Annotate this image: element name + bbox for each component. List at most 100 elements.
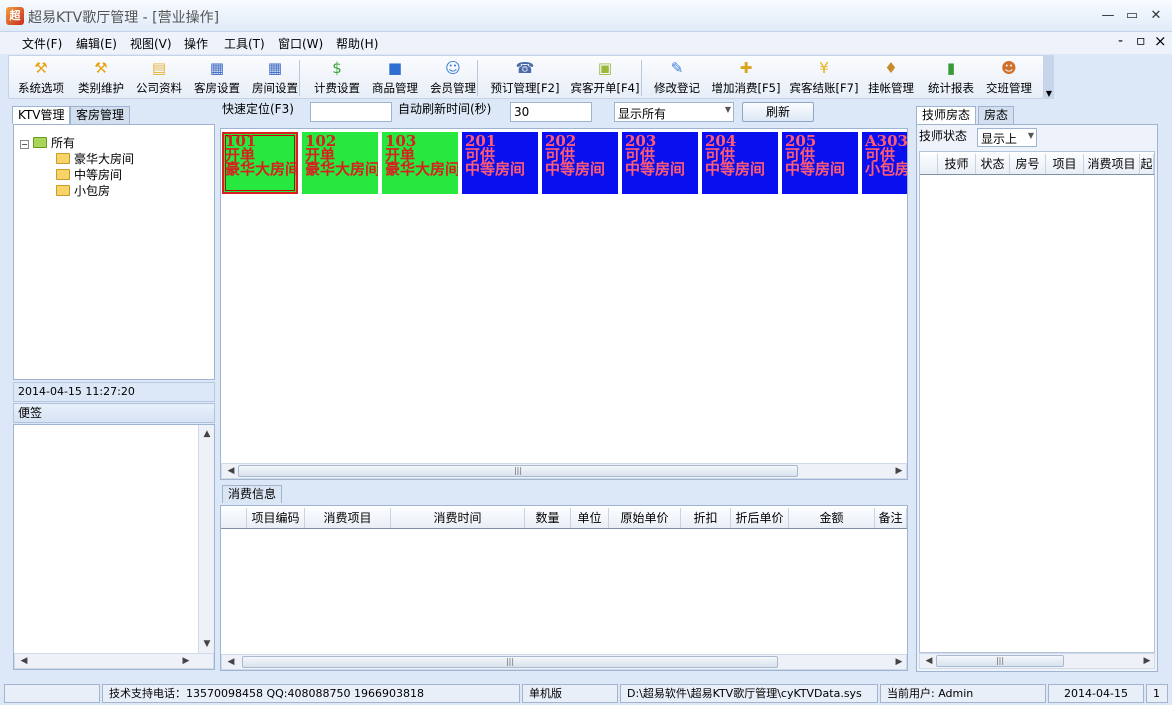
tab-consumption-info[interactable]: 消费信息 [222,485,283,503]
tab-ktv-manage[interactable]: KTV管理 [12,106,71,124]
scroll-left-icon[interactable]: ◀ [224,464,238,478]
column-header[interactable] [920,154,938,174]
room-tile-204[interactable]: 204 可供 中等房间 [702,132,778,194]
toolbar-button-13[interactable]: ♦ 挂帐管理 [865,58,917,98]
column-header[interactable]: 项目 [1046,154,1084,174]
quick-locate-input[interactable] [310,102,392,122]
maximize-button[interactable]: ▭ [1120,6,1144,26]
room-type: 豪华大房间 [305,160,378,178]
display-filter-select[interactable]: 显示所有 ▼ [614,102,734,122]
room-tile-201[interactable]: 201 可供 中等房间 [462,132,538,194]
column-header[interactable]: 消费时间 [391,508,525,528]
column-header[interactable]: 消费项目 [305,508,391,528]
column-header[interactable]: 折扣 [681,508,731,528]
tab-room-manage[interactable]: 客房管理 [70,106,131,124]
room-type: 中等房间 [545,160,606,178]
minimize-button[interactable]: — [1096,6,1120,26]
toolbar-button-2[interactable]: ▤ 公司资料 [133,58,185,98]
column-header[interactable]: 起 [1140,154,1154,174]
mdi-minimize-button[interactable]: - [1118,33,1123,49]
menu-operate[interactable]: 操作 [184,35,208,52]
tech-horizontal-scrollbar[interactable]: ◀ ||| ▶ [919,653,1155,669]
column-header[interactable]: 房号 [1010,154,1046,174]
column-header[interactable]: 折后单价 [731,508,789,528]
toolbar-button-7[interactable]: ☺ 会员管理 [427,58,479,98]
column-header[interactable]: 备注 [875,508,907,528]
room-tile-205[interactable]: 205 可供 中等房间 [782,132,858,194]
column-header[interactable]: 状态 [976,154,1010,174]
scroll-right-icon[interactable]: ▶ [892,464,906,478]
tree-item-small[interactable]: 小包房 [56,183,110,199]
room-tile-202[interactable]: 202 可供 中等房间 [542,132,618,194]
memo-vertical-scrollbar[interactable]: ▲ ▼ [198,425,214,653]
column-header[interactable]: 技师 [938,154,976,174]
toolbar-button-10[interactable]: ✎ 修改登记 [649,58,705,98]
tab-tech-status[interactable]: 技师房态 [916,106,977,124]
scroll-left-icon[interactable]: ◀ [17,654,31,668]
scroll-right-icon[interactable]: ▶ [179,654,193,668]
consumption-horizontal-scrollbar[interactable]: ◀ ||| ▶ [221,654,907,670]
auto-refresh-input[interactable]: 30 [510,102,592,122]
room-horizontal-scrollbar[interactable]: ◀ ||| ▶ [221,463,907,479]
menu-file[interactable]: 文件(F) [22,35,62,52]
mdi-close-button[interactable]: × [1154,32,1167,50]
toolbar-button-11[interactable]: ✚ 增加消费[F5] [709,58,783,98]
toolbar-button-14[interactable]: ▮ 统计报表 [925,58,977,98]
toolbar-button-6[interactable]: ■ 商品管理 [369,58,421,98]
scroll-thumb[interactable]: ||| [238,465,798,477]
memo-horizontal-scrollbar[interactable]: ◀ ▶ [14,653,214,669]
refresh-button[interactable]: 刷新 [742,102,814,122]
menu-tools[interactable]: 工具(T) [224,35,265,52]
box-icon: ■ [387,59,403,77]
scroll-up-icon[interactable]: ▲ [200,427,214,441]
column-header[interactable]: 金额 [789,508,875,528]
scroll-thumb[interactable]: ||| [242,656,778,668]
column-header[interactable] [221,508,247,528]
scroll-right-icon[interactable]: ▶ [1140,654,1154,668]
scroll-thumb[interactable]: ||| [936,655,1064,667]
menu-view[interactable]: 视图(V) [130,35,172,52]
toolbar-button-5[interactable]: $ 计费设置 [311,58,363,98]
chevron-down-icon[interactable]: ▼ [725,105,731,114]
column-header[interactable]: 原始单价 [609,508,681,528]
column-header[interactable]: 数量 [525,508,571,528]
toolbar-button-8[interactable]: ☎ 预订管理[F2] [489,58,561,98]
scroll-left-icon[interactable]: ◀ [224,655,238,669]
tree-item-luxury[interactable]: 豪华大房间 [56,151,134,167]
toolbar-button-4[interactable]: ▦ 房间设置 [249,58,301,98]
room-tile-102[interactable]: 102 开单 豪华大房间 [302,132,378,194]
tech-status-select[interactable]: 显示上 ▼ [977,128,1037,147]
room-tile-203[interactable]: 203 可供 中等房间 [622,132,698,194]
tab-room-status[interactable]: 房态 [978,106,1015,124]
tech-panel: 技师状态 显示上 ▼ 技师 状态 房号 项目 消费项目起 ◀ ||| ▶ [916,124,1158,672]
room-tile-A303[interactable]: A303 可供 小包房 [862,132,907,194]
scroll-right-icon[interactable]: ▶ [892,655,906,669]
close-button[interactable]: ✕ [1144,6,1168,26]
column-header[interactable]: 单位 [571,508,609,528]
menu-window[interactable]: 窗口(W) [278,35,323,52]
column-header[interactable]: 消费项目 [1084,154,1140,174]
tree-root[interactable]: − 所有 [20,135,75,151]
scroll-left-icon[interactable]: ◀ [922,654,936,668]
tree-item-medium[interactable]: 中等房间 [56,167,122,183]
chevron-down-icon[interactable]: ▼ [1028,131,1034,140]
scroll-down-icon[interactable]: ▼ [200,637,214,651]
toolbar-button-15[interactable]: ☻ 交班管理 [981,58,1037,98]
room-tile-103[interactable]: 103 开单 豪华大房间 [382,132,458,194]
toolbar-overflow-chevron-icon[interactable]: ▼ [1044,55,1054,99]
toolbar-button-label: 公司资料 [136,81,182,95]
mdi-restore-button[interactable]: ▫ [1136,33,1146,49]
room-tile-101[interactable]: 101 开单 豪华大房间 [222,132,298,194]
toolbar-button-3[interactable]: ▦ 客房设置 [191,58,243,98]
toolbar-button-0[interactable]: ⚒ 系统选项 [13,58,69,98]
phone-icon: ☎ [515,59,535,77]
room-type: 豪华大房间 [385,160,458,178]
menu-help[interactable]: 帮助(H) [336,35,378,52]
toolbar-button-9[interactable]: ▣ 宾客开单[F4] [565,58,645,98]
toolbar-button-12[interactable]: ¥ 宾客结账[F7] [787,58,861,98]
toolbar-button-1[interactable]: ⚒ 类别维护 [73,58,129,98]
collapse-icon[interactable]: − [20,140,29,149]
column-header[interactable]: 项目编码 [247,508,305,528]
memo-area[interactable]: ▲ ▼ ◀ ▶ [13,424,215,670]
menu-edit[interactable]: 编辑(E) [76,35,117,52]
